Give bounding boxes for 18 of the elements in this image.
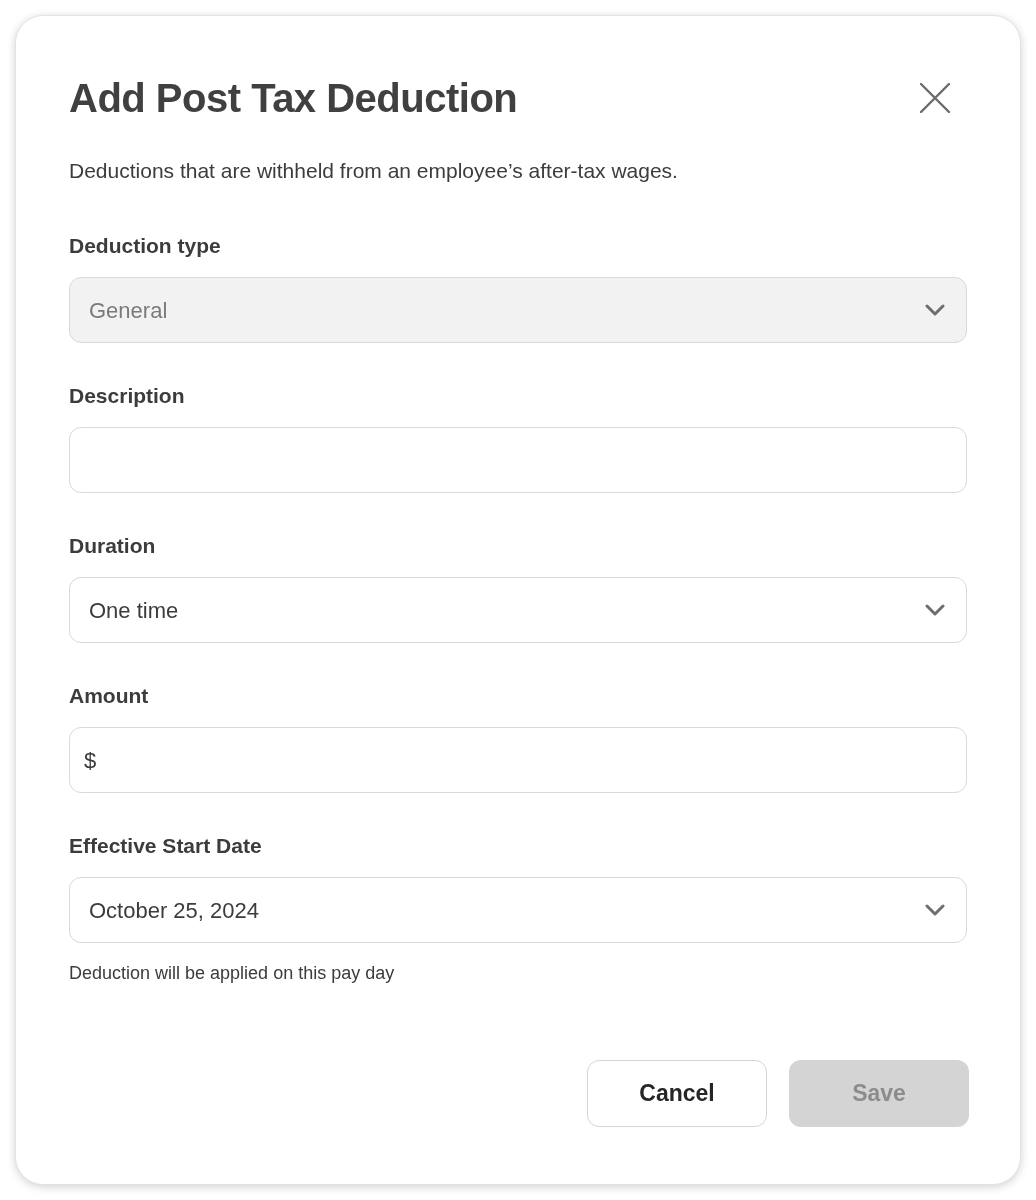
select-field[interactable]: October 25, 2024	[69, 877, 967, 943]
helper-text: Deduction will be applied on this pay day	[69, 962, 396, 985]
cancel-button[interactable]: Cancel	[587, 1060, 767, 1127]
dialog-description: Deductions that are withheld from an employee’s after-tax wages.	[69, 158, 679, 184]
currency-prefix: $	[84, 746, 97, 775]
chevron-down-icon	[925, 604, 945, 616]
select-field[interactable]: One time	[69, 577, 967, 643]
chevron-down-icon	[925, 904, 945, 916]
chevron-down-icon	[925, 304, 945, 316]
dialog-title: Add Post Tax Deduction	[69, 75, 518, 122]
amount-field[interactable]: $	[69, 727, 967, 793]
field-label: Amount	[69, 684, 150, 708]
field-label: Effective Start Date	[69, 834, 263, 858]
field-label: Duration	[69, 534, 157, 558]
input-field[interactable]	[69, 427, 967, 493]
field-label: Description	[69, 384, 186, 408]
close-button[interactable]	[918, 81, 952, 115]
field-label: Deduction type	[69, 234, 222, 258]
